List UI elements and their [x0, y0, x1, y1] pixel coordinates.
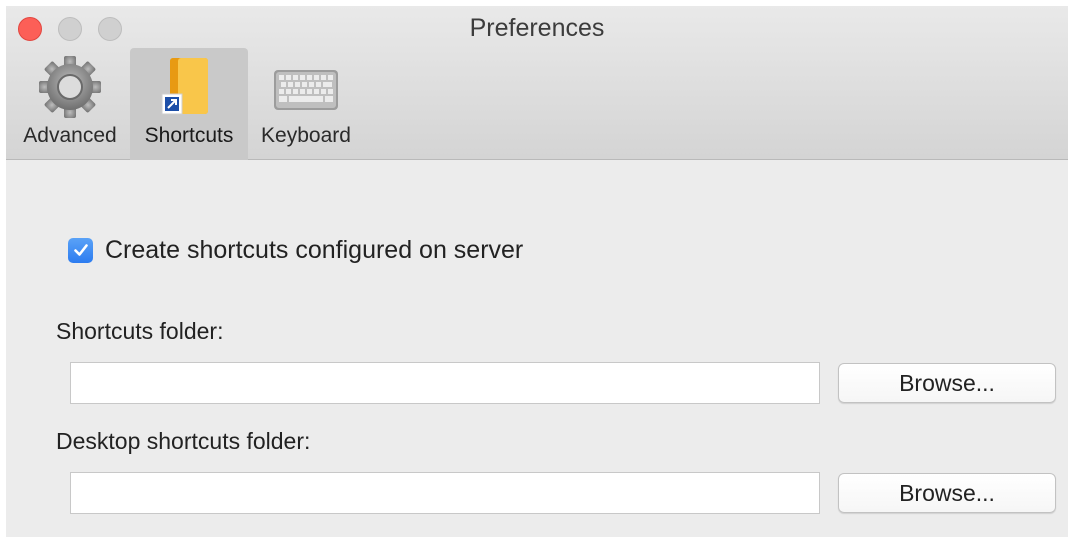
- tab-advanced[interactable]: Advanced: [12, 48, 128, 160]
- title-bar: Preferences Advanced Shortcuts Keyboard: [6, 6, 1068, 160]
- preferences-window: Preferences Advanced Shortcuts Keyboard …: [6, 6, 1068, 537]
- tab-keyboard[interactable]: Keyboard: [250, 48, 362, 160]
- tab-keyboard-label: Keyboard: [261, 124, 351, 147]
- shortcuts-folder-browse-button[interactable]: Browse...: [838, 363, 1056, 403]
- create-shortcuts-option[interactable]: Create shortcuts configured on server: [68, 235, 523, 265]
- shortcuts-folder-label: Shortcuts folder:: [56, 318, 224, 344]
- create-shortcuts-label: Create shortcuts configured on server: [105, 235, 524, 264]
- shortcuts-pane: Create shortcuts configured on server Sh…: [6, 161, 1068, 537]
- window-title: Preferences: [469, 14, 605, 42]
- keyboard-icon: [273, 54, 339, 125]
- desktop-shortcuts-folder-label: Desktop shortcuts folder:: [56, 428, 311, 454]
- desktop-shortcuts-folder-browse-button[interactable]: Browse...: [838, 473, 1056, 513]
- tab-shortcuts-label: Shortcuts: [144, 124, 234, 147]
- create-shortcuts-checkbox[interactable]: [68, 237, 93, 263]
- shortcuts-folder-field[interactable]: [70, 362, 820, 404]
- gear-icon: [37, 54, 103, 125]
- desktop-shortcuts-folder-field[interactable]: [70, 472, 820, 514]
- tab-shortcuts[interactable]: Shortcuts: [130, 48, 248, 160]
- folder-shortcut-icon: [156, 54, 222, 125]
- tab-advanced-label: Advanced: [23, 124, 117, 147]
- checkmark-icon: [73, 244, 88, 256]
